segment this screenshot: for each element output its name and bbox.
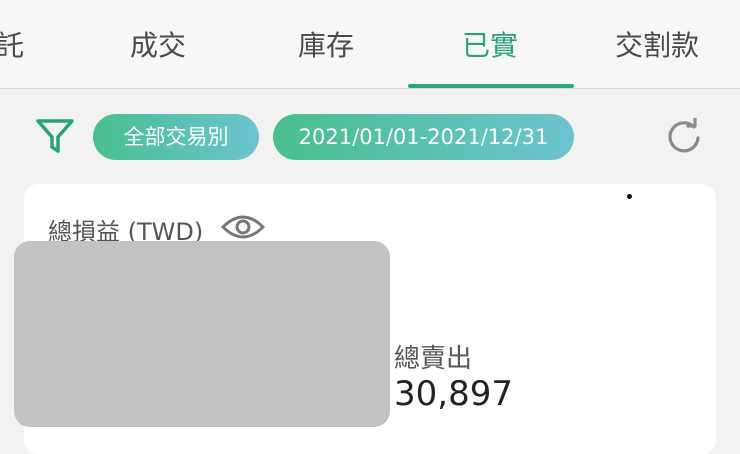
tab-bar: 託 成交 庫存 已實 交割款 xyxy=(0,0,740,89)
tab-entrust[interactable]: 託 xyxy=(0,26,24,66)
date-range-chip[interactable]: 2021/01/01-2021/12/31 xyxy=(273,114,574,160)
filter-icon[interactable] xyxy=(34,115,76,157)
active-tab-indicator xyxy=(408,84,574,88)
redaction-block xyxy=(14,241,390,427)
total-sell-value: 30,897 xyxy=(394,374,513,414)
filter-toolbar: 全部交易別 2021/01/01-2021/12/31 xyxy=(0,89,740,183)
tab-inventory[interactable]: 庫存 xyxy=(286,26,366,66)
eye-icon[interactable] xyxy=(220,210,266,244)
total-sell-label: 總賣出 xyxy=(394,344,473,374)
refresh-icon[interactable] xyxy=(664,118,704,158)
tab-deal[interactable]: 成交 xyxy=(118,26,198,66)
indicator-dot xyxy=(627,194,632,199)
tab-settlement[interactable]: 交割款 xyxy=(607,26,707,66)
tab-realized[interactable]: 已實 xyxy=(450,26,530,66)
trade-type-chip[interactable]: 全部交易別 xyxy=(93,114,259,160)
